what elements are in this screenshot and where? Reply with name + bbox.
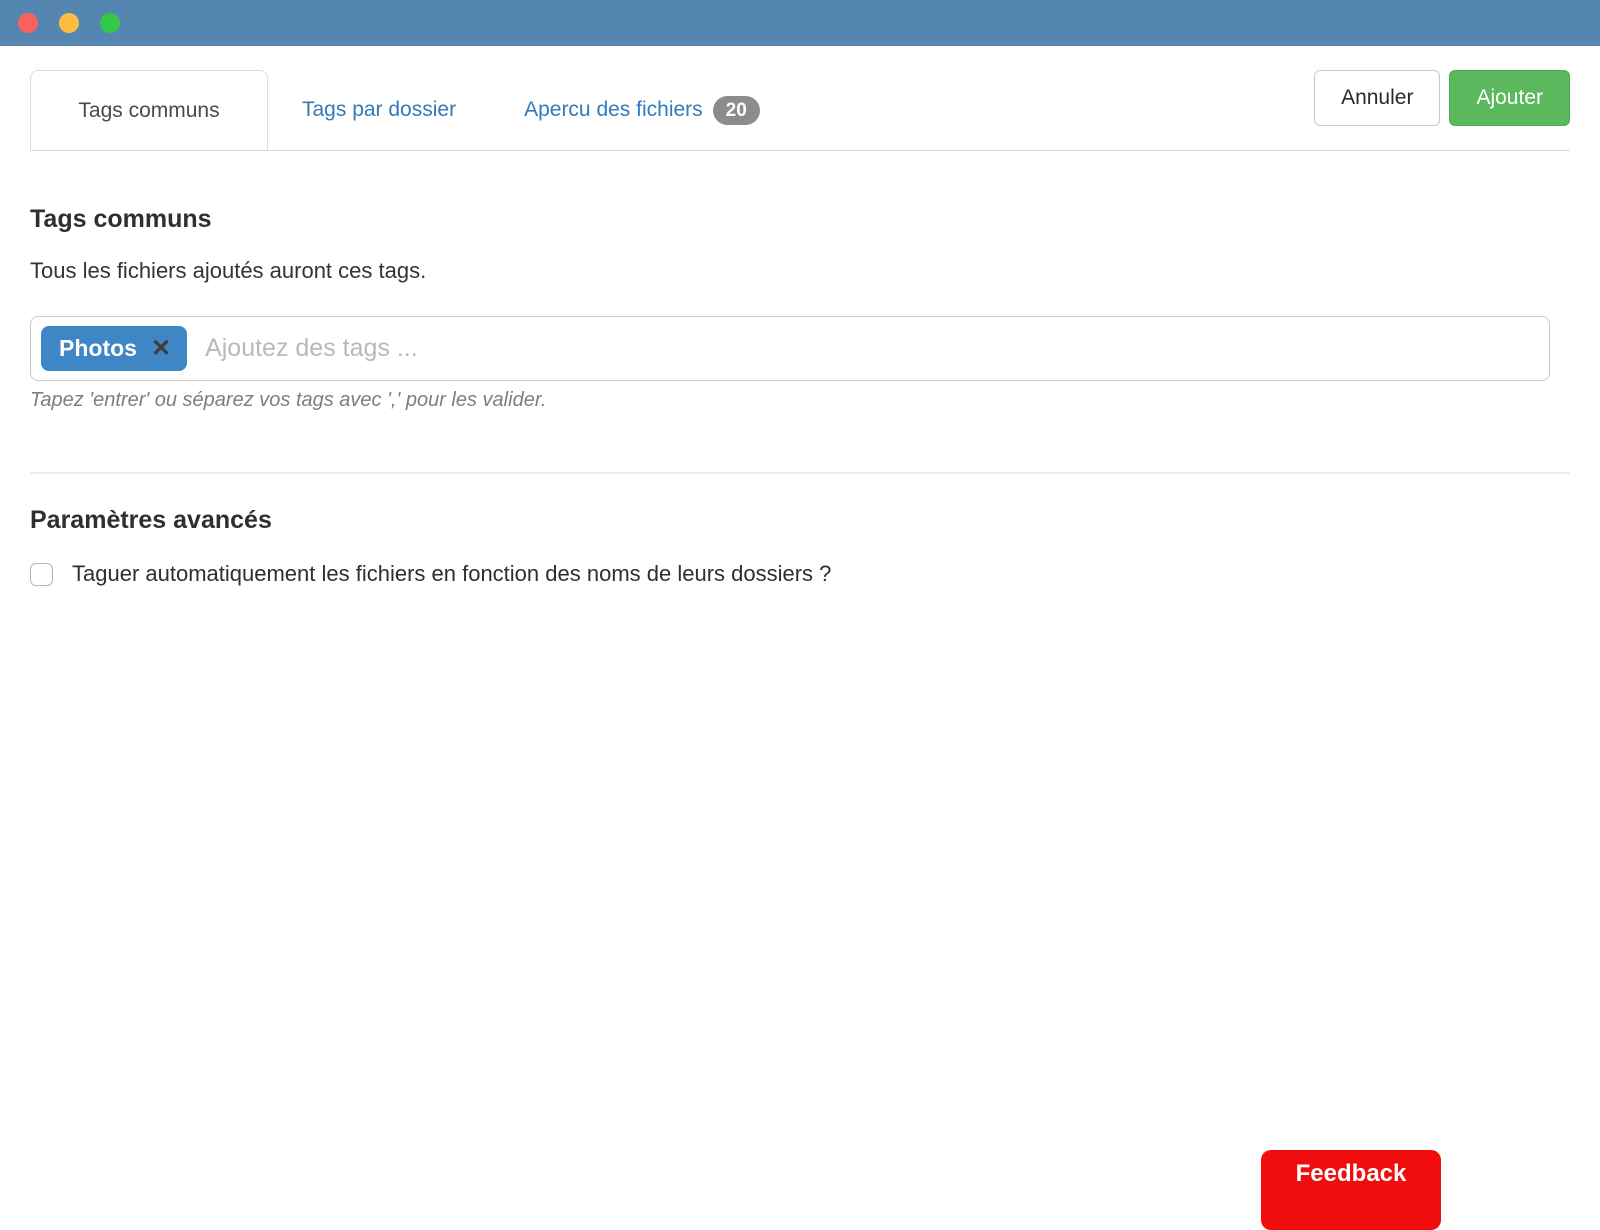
header-actions: Annuler Ajouter xyxy=(1314,70,1570,126)
auto-tag-checkbox[interactable] xyxy=(30,562,53,586)
advanced-settings-heading: Paramètres avancés xyxy=(30,506,272,534)
tab-label: Tags communs xyxy=(78,98,220,122)
tab-tags-communs[interactable]: Tags communs xyxy=(30,70,268,150)
common-tags-heading: Tags communs xyxy=(30,205,212,233)
tags-input-field[interactable]: Photos ✕ xyxy=(30,316,1550,381)
window-titlebar xyxy=(0,0,1600,46)
tab-label: Apercu des fichiers xyxy=(524,98,703,121)
minimize-window-button[interactable] xyxy=(59,13,79,33)
add-tags-input[interactable] xyxy=(205,334,1539,363)
auto-tag-option-row: Taguer automatiquement les fichiers en f… xyxy=(30,561,1570,587)
tab-bar: Tags communs Tags par dossier Apercu des… xyxy=(30,70,1570,151)
remove-tag-icon[interactable]: ✕ xyxy=(151,336,171,361)
file-count-badge: 20 xyxy=(712,95,760,125)
tag-pill-photos: Photos ✕ xyxy=(41,326,188,371)
tab-label: Tags par dossier xyxy=(302,98,457,121)
tab-tags-par-dossier[interactable]: Tags par dossier xyxy=(268,70,490,150)
common-tags-description: Tous les fichiers ajoutés auront ces tag… xyxy=(30,258,427,283)
feedback-button[interactable]: Feedback xyxy=(1261,1150,1441,1230)
tab-apercu-des-fichiers[interactable]: Apercu des fichiers 20 xyxy=(490,70,794,150)
close-window-button[interactable] xyxy=(18,13,38,33)
cancel-button[interactable]: Annuler xyxy=(1314,70,1441,126)
main-content: Tags communs Tous les fichiers ajoutés a… xyxy=(0,205,1600,587)
section-divider xyxy=(30,472,1570,474)
traffic-lights xyxy=(18,13,120,33)
zoom-window-button[interactable] xyxy=(100,13,120,33)
auto-tag-checkbox-label[interactable]: Taguer automatiquement les fichiers en f… xyxy=(72,561,831,587)
tags-input-helper-text: Tapez 'entrer' ou séparez vos tags avec … xyxy=(30,389,547,411)
add-button[interactable]: Ajouter xyxy=(1449,70,1570,126)
tag-label: Photos xyxy=(59,335,137,361)
